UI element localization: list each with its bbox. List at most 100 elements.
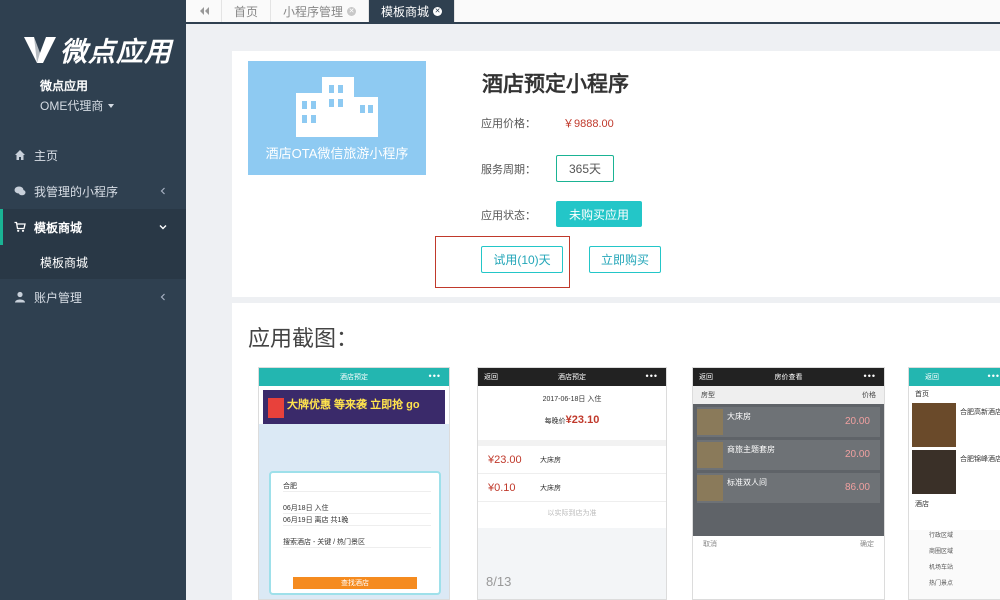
caret-down-icon xyxy=(108,103,115,108)
hotel-card: 合肥高新酒店 xyxy=(912,403,1000,447)
room-card: 大床房 20.00 xyxy=(697,407,880,437)
screenshot-3[interactable]: 返回 房价查看 ••• 房型 价格 大床房 20.00 商旅主题套房 20.00… xyxy=(692,367,885,600)
agent-label: OME代理商 xyxy=(40,99,104,113)
search-card: 合肥 06月18日 入住 06月19日 离店 共1晚 搜索酒店 - 关键 / 热… xyxy=(269,471,441,595)
phone-titlebar: 返回 酒店预定 ••• xyxy=(478,368,666,386)
phone-titlebar: 返回 房价查看 ••• xyxy=(693,368,884,386)
sidebar-item-label: 模板商城 xyxy=(34,220,83,235)
category-item: 商圈区域 xyxy=(929,549,954,555)
section-label: 酒店 xyxy=(915,501,929,508)
room-thumbnail xyxy=(697,409,723,435)
room-card: 标准双人间 86.00 xyxy=(697,473,880,503)
agent-dropdown[interactable]: OME代理商 xyxy=(40,97,186,114)
lowest-prefix: 每晚价 xyxy=(544,418,566,425)
tab-scroll-left-button[interactable] xyxy=(186,0,222,22)
screenshot-4[interactable]: 返回 ••• 首页 合肥高新酒店 合肥锦峰酒店 酒店 行政区域 商圈区域 机场车… xyxy=(908,367,1000,600)
city-row: 合肥 xyxy=(283,481,431,492)
sidebar-item-home[interactable]: 主页 xyxy=(0,137,186,173)
category-item: 机场车站 xyxy=(929,565,954,571)
checkin-date: 2017-06-18日 入住 xyxy=(542,396,602,403)
brand-block: 微点应用 微点应用 OME代理商 xyxy=(0,0,186,116)
trial-button[interactable]: 试用(10)天 xyxy=(481,246,563,273)
screenshots-panel: 应用截图： 酒店预定 ••• 大牌优惠 等来袭 立即抢 go 合肥 06月18日… xyxy=(232,303,1000,600)
phone-title: 房价查看 xyxy=(774,374,803,381)
sidebar-item-my-apps[interactable]: 我管理的小程序 xyxy=(0,173,186,209)
tab-home-label: 首页 xyxy=(915,391,929,398)
room-card: 商旅主题套房 20.00 xyxy=(697,440,880,470)
phone-titlebar: 返回 ••• xyxy=(909,368,1000,386)
more-icon: ••• xyxy=(428,371,441,381)
room-row: ¥0.10 大床房 xyxy=(478,474,666,502)
more-icon: ••• xyxy=(863,371,876,381)
product-panel: 酒店OTA微信旅游小程序 酒店预定小程序 应用价格： ￥9888.00 服务周期… xyxy=(232,51,1000,297)
sidebar-item-account[interactable]: 账户管理 xyxy=(0,279,186,315)
sidebar-item-label: 账户管理 xyxy=(34,290,83,305)
room-tabs: 房型 价格 xyxy=(693,386,884,404)
room-price: ¥23.00 xyxy=(488,453,522,466)
sidebar-subitem-label: 模板商城 xyxy=(40,255,89,270)
back-link: 返回 xyxy=(699,374,713,381)
back-link: 返回 xyxy=(484,374,498,381)
category-item: 热门景点 xyxy=(929,581,954,587)
booking-header: 2017-06-18日 入住 每晚价¥23.10 xyxy=(478,386,666,446)
close-icon[interactable]: ✕ xyxy=(433,6,443,16)
keyword-row: 搜索酒店 - 关键 / 热门景区 xyxy=(283,537,431,548)
chat-icon xyxy=(14,186,26,196)
price-label: 应用价格： xyxy=(481,118,536,130)
chevron-left-icon xyxy=(160,187,165,195)
sidebar: 微点应用 微点应用 OME代理商 主页 我管理的小程序 模板商城 模板商城 账户… xyxy=(0,0,186,600)
checkin-row: 06月18日 入住 xyxy=(283,503,431,514)
phone-title: 酒店预定 xyxy=(558,374,586,381)
product-cover: 酒店OTA微信旅游小程序 xyxy=(248,61,426,175)
more-icon: ••• xyxy=(987,371,1000,381)
home-icon xyxy=(15,150,25,160)
room-name: 大床房 xyxy=(540,484,561,492)
room-price: 20.00 xyxy=(844,416,870,427)
sidebar-item-label: 主页 xyxy=(34,148,59,163)
promo-banner: 大牌优惠 等来袭 立即抢 go xyxy=(263,390,445,424)
gift-icon xyxy=(268,398,284,418)
tab-price: 价格 xyxy=(862,392,876,399)
brand-name: 微点应用 xyxy=(60,37,172,67)
room-name: 商旅主题套房 xyxy=(727,445,775,454)
tab-home[interactable]: 首页 xyxy=(222,0,272,22)
cover-caption: 酒店OTA微信旅游小程序 xyxy=(265,146,409,161)
tab-app-management[interactable]: 小程序管理 ✕ xyxy=(271,0,370,22)
tab-template-store[interactable]: 模板商城 ✕ xyxy=(369,0,456,22)
category-item: 行政区域 xyxy=(929,533,954,539)
room-thumbnail xyxy=(697,442,723,468)
phone-body: 合肥 06月18日 入住 06月19日 离店 共1晚 搜索酒店 - 关键 / 热… xyxy=(259,424,449,599)
chevron-left-icon xyxy=(160,293,165,301)
tab-room-type: 房型 xyxy=(701,392,715,399)
confirm-label: 确定 xyxy=(860,541,874,548)
screenshot-pager: 8/13 xyxy=(486,574,512,589)
hotel-card: 合肥锦峰酒店 xyxy=(912,450,1000,494)
status-badge: 未购买应用 xyxy=(556,201,642,227)
room-price: 86.00 xyxy=(844,482,870,493)
tab-label: 小程序管理 xyxy=(283,4,344,19)
checkout-row: 06月19日 离店 共1晚 xyxy=(283,515,431,526)
buy-now-button[interactable]: 立即购买 xyxy=(589,246,661,273)
tab-label: 模板商城 xyxy=(381,4,430,19)
close-icon[interactable]: ✕ xyxy=(347,6,357,16)
screenshot-2[interactable]: 返回 酒店预定 ••• 2017-06-18日 入住 每晚价¥23.10 ¥23… xyxy=(477,367,667,600)
banner-text: 大牌优惠 等来袭 立即抢 go xyxy=(287,399,420,411)
buildings-icon xyxy=(296,77,378,137)
product-title: 酒店预定小程序 xyxy=(482,73,629,96)
screenshot-1[interactable]: 酒店预定 ••• 大牌优惠 等来袭 立即抢 go 合肥 06月18日 入住 06… xyxy=(258,367,450,600)
room-row: ¥23.00 大床房 xyxy=(478,446,666,474)
sidebar-item-label: 我管理的小程序 xyxy=(34,184,119,199)
user-icon xyxy=(15,291,25,303)
back-link: 返回 xyxy=(925,374,939,381)
room-price: ¥0.10 xyxy=(488,481,516,494)
picker-sheet: 取消 确定 xyxy=(693,536,884,599)
sidebar-subitem-template-store[interactable]: 模板商城 xyxy=(0,245,186,279)
room-name: 标准双人间 xyxy=(727,478,767,487)
chevron-down-icon xyxy=(159,225,167,230)
find-hotel-button: 查找酒店 xyxy=(293,577,417,589)
sidebar-item-template-store[interactable]: 模板商城 xyxy=(0,209,186,245)
room-name: 大床房 xyxy=(540,456,561,464)
screenshots-title: 应用截图： xyxy=(248,326,359,351)
room-price: 20.00 xyxy=(844,449,870,460)
hotel-thumbnail xyxy=(912,450,956,494)
